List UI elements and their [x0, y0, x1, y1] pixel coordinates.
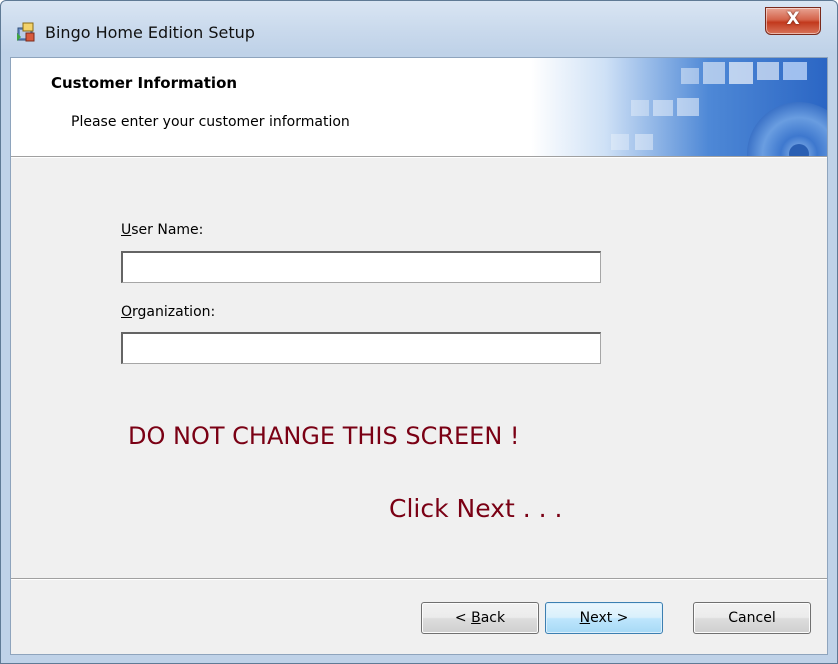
- page-subtitle: Please enter your customer information: [71, 114, 350, 130]
- user-name-label: User Name:: [121, 222, 204, 238]
- footer-divider: [11, 578, 827, 580]
- back-button[interactable]: < Back: [421, 602, 539, 634]
- organization-label: Organization:: [121, 304, 216, 320]
- page-title: Customer Information: [51, 74, 238, 92]
- warning-message: DO NOT CHANGE THIS SCREEN !: [128, 422, 520, 450]
- close-icon: X: [786, 9, 800, 29]
- next-button[interactable]: Next >: [545, 602, 663, 634]
- setup-window: Bingo Home Edition Setup X Customer Info…: [0, 0, 838, 664]
- organization-input[interactable]: [121, 332, 601, 364]
- computer-disc-graphic: [531, 58, 827, 156]
- title-bar[interactable]: Bingo Home Edition Setup X: [1, 1, 837, 57]
- close-button[interactable]: X: [765, 7, 821, 35]
- window-title: Bingo Home Edition Setup: [45, 23, 255, 42]
- header-divider: [11, 156, 827, 158]
- header-banner: Customer Information Please enter your c…: [11, 58, 827, 156]
- cancel-button[interactable]: Cancel: [693, 602, 811, 634]
- installer-package-icon: [15, 21, 37, 43]
- instruction-message: Click Next . . .: [389, 494, 563, 523]
- user-name-input[interactable]: [121, 251, 601, 283]
- dialog-body: Customer Information Please enter your c…: [10, 57, 828, 655]
